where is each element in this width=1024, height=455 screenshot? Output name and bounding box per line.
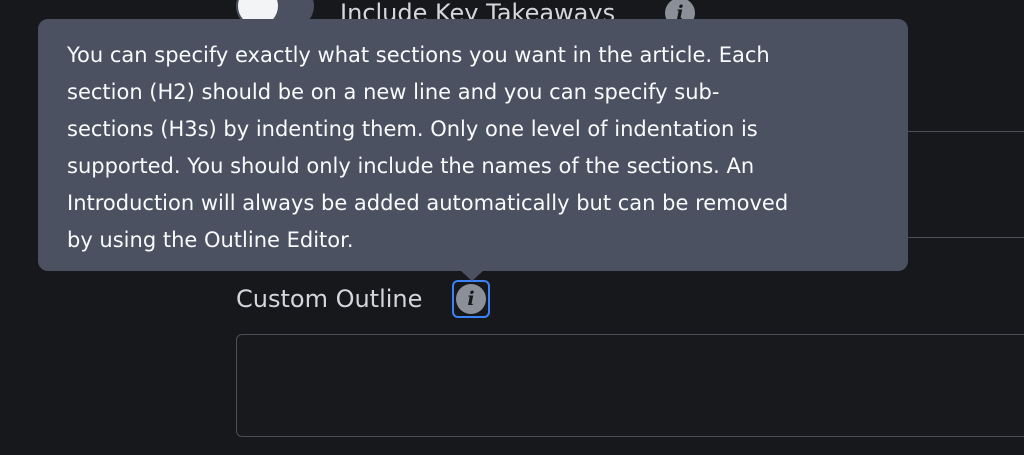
- custom-outline-tooltip: You can specify exactly what sections yo…: [38, 19, 908, 271]
- custom-outline-info-button[interactable]: i: [452, 280, 490, 318]
- info-icon: i: [456, 284, 486, 314]
- custom-outline-label: Custom Outline: [236, 285, 423, 313]
- tooltip-line: You can specify exactly what sections yo…: [67, 43, 770, 67]
- tooltip-line: by using the Outline Editor.: [67, 228, 354, 252]
- tooltip-line: supported. You should only include the n…: [67, 154, 755, 178]
- tooltip-text: You can specify exactly what sections yo…: [67, 37, 886, 259]
- tooltip-line: section (H2) should be on a new line and…: [67, 80, 720, 104]
- tooltip-arrow: [461, 271, 483, 281]
- tooltip-line: sections (H3s) by indenting them. Only o…: [67, 117, 758, 141]
- custom-outline-textarea[interactable]: [236, 334, 1024, 437]
- tooltip-line: Introduction will always be added automa…: [67, 191, 789, 215]
